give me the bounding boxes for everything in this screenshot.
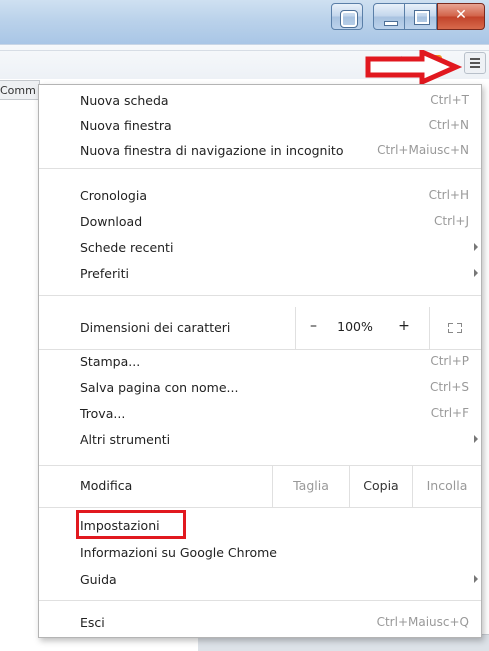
menu-item-label: Esci	[80, 615, 105, 630]
menu-separator	[39, 295, 481, 296]
close-icon: ✕	[455, 7, 467, 23]
menu-item-downloads[interactable]: Download Ctrl+J	[39, 209, 481, 233]
menu-item-save-page-as[interactable]: Salva pagina con nome... Ctrl+S	[39, 375, 481, 399]
paste-button[interactable]: Incolla	[412, 465, 481, 507]
menu-item-bookmarks[interactable]: Preferiti	[39, 261, 481, 285]
menu-item-recent-tabs[interactable]: Schede recenti	[39, 235, 481, 259]
zoom-out-button[interactable]: –	[295, 307, 331, 349]
zoom-label: Dimensioni dei caratteri	[80, 320, 231, 335]
menu-item-shortcut: Ctrl+T	[430, 93, 469, 107]
menu-item-label: Cronologia	[80, 188, 147, 203]
submenu-arrow-icon	[474, 575, 478, 583]
fullscreen-button[interactable]	[429, 307, 481, 349]
menu-separator	[39, 600, 481, 601]
menu-item-history[interactable]: Cronologia Ctrl+H	[39, 183, 481, 207]
menu-item-label: Salva pagina con nome...	[80, 380, 239, 395]
menu-item-shortcut: Ctrl+H	[428, 188, 469, 202]
menu-edit-row: Modifica Taglia Copia Incolla	[39, 465, 481, 507]
menu-item-label: Preferiti	[80, 266, 129, 281]
menu-item-print[interactable]: Stampa... Ctrl+P	[39, 349, 481, 373]
menu-separator	[39, 507, 481, 508]
minimize-button[interactable]	[373, 3, 405, 30]
menu-item-label: Nuova finestra di navigazione in incogni…	[80, 143, 344, 158]
menu-item-shortcut: Ctrl+J	[434, 214, 469, 228]
menu-icon-bar	[470, 58, 480, 60]
menu-item-shortcut: Ctrl+P	[430, 354, 469, 368]
menu-icon-bar	[470, 62, 480, 64]
menu-item-label: Altri strumenti	[80, 432, 171, 447]
menu-item-label: Informazioni su Google Chrome	[80, 545, 277, 560]
menu-item-label: Stampa...	[80, 354, 141, 369]
chrome-menu-button[interactable]	[464, 52, 486, 74]
menu-item-label: Schede recenti	[80, 240, 174, 255]
settings-highlight-box	[76, 510, 186, 539]
edit-label: Modifica	[80, 478, 133, 493]
menu-zoom-row: Dimensioni dei caratteri – 100% +	[39, 307, 481, 349]
submenu-arrow-icon	[474, 243, 478, 251]
window-title-bar: ✕	[0, 0, 489, 44]
submenu-arrow-icon	[474, 269, 478, 277]
menu-item-shortcut: Ctrl+F	[430, 406, 469, 420]
menu-item-find[interactable]: Trova... Ctrl+F	[39, 401, 481, 425]
menu-item-about-chrome[interactable]: Informazioni su Google Chrome	[39, 540, 481, 564]
menu-item-help[interactable]: Guida	[39, 567, 481, 591]
zoom-level-value: 100%	[337, 319, 373, 334]
menu-item-label: Trova...	[80, 406, 126, 421]
menu-item-shortcut: Ctrl+Maiusc+N	[377, 143, 469, 157]
fullscreen-icon	[448, 323, 462, 333]
menu-item-shortcut: Ctrl+N	[428, 118, 469, 132]
background-page-label: Comm	[0, 80, 40, 100]
annotation-arrow-icon	[365, 50, 463, 84]
menu-item-new-incognito-window[interactable]: Nuova finestra di navigazione in incogni…	[39, 138, 481, 162]
menu-item-exit[interactable]: Esci Ctrl+Maiusc+Q	[39, 610, 481, 634]
menu-item-more-tools[interactable]: Altri strumenti	[39, 427, 481, 451]
maximize-button[interactable]	[405, 3, 437, 30]
menu-item-label: Download	[80, 214, 143, 229]
submenu-arrow-icon	[474, 435, 478, 443]
copy-button[interactable]: Copia	[349, 465, 412, 507]
menu-item-label: Nuova scheda	[80, 93, 169, 108]
menu-item-new-window[interactable]: Nuova finestra Ctrl+N	[39, 113, 481, 137]
zoom-in-button[interactable]: +	[379, 307, 429, 349]
cut-button[interactable]: Taglia	[272, 465, 349, 507]
menu-separator	[39, 168, 481, 169]
menu-icon-bar	[470, 66, 480, 68]
chrome-main-menu: Nuova scheda Ctrl+T Nuova finestra Ctrl+…	[38, 84, 482, 638]
menu-item-label: Nuova finestra	[80, 118, 172, 133]
user-profile-button[interactable]	[331, 3, 363, 30]
menu-item-label: Guida	[80, 572, 117, 587]
menu-item-new-tab[interactable]: Nuova scheda Ctrl+T	[39, 88, 481, 112]
menu-item-shortcut: Ctrl+Maiusc+Q	[376, 615, 469, 629]
close-button[interactable]: ✕	[437, 3, 485, 30]
menu-item-shortcut: Ctrl+S	[429, 380, 469, 394]
